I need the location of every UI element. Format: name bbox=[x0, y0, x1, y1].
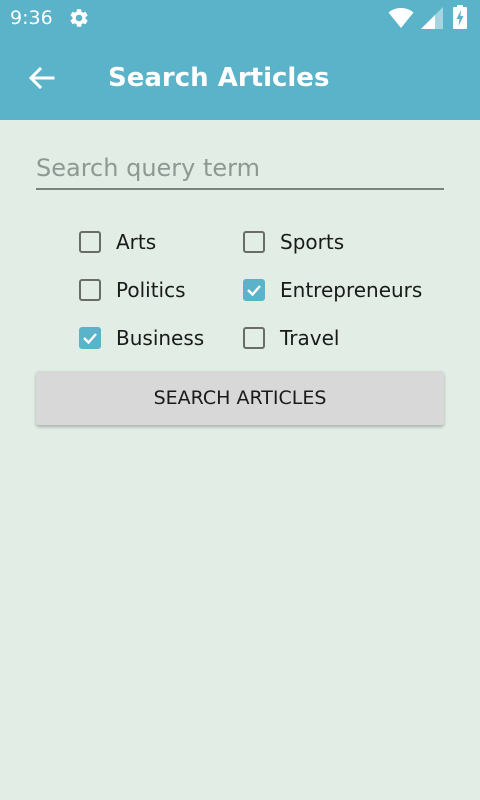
checkbox-checked-icon bbox=[79, 327, 101, 349]
checkbox-unchecked-icon bbox=[243, 327, 265, 349]
back-button[interactable] bbox=[20, 56, 64, 100]
checkbox-label: Business bbox=[116, 326, 205, 350]
search-articles-button[interactable]: SEARCH ARTICLES bbox=[36, 371, 444, 425]
page-title: Search Articles bbox=[108, 63, 330, 93]
arrow-back-icon bbox=[29, 67, 55, 89]
status-time: 9:36 bbox=[10, 7, 53, 29]
checkbox-label: Entrepreneurs bbox=[280, 278, 423, 302]
checkbox-business[interactable]: Business bbox=[79, 323, 219, 355]
checkbox-label: Politics bbox=[116, 278, 186, 302]
search-input[interactable] bbox=[36, 148, 444, 190]
app-bar: Search Articles bbox=[0, 36, 480, 120]
gear-icon bbox=[68, 7, 90, 29]
checkbox-arts[interactable]: Arts bbox=[79, 227, 219, 259]
battery-charging-icon bbox=[453, 5, 467, 29]
checkbox-unchecked-icon bbox=[79, 279, 101, 301]
checkbox-politics[interactable]: Politics bbox=[79, 275, 219, 307]
checkbox-entrepreneurs[interactable]: Entrepreneurs bbox=[243, 275, 423, 307]
checkbox-label: Arts bbox=[116, 230, 157, 254]
checkbox-unchecked-icon bbox=[243, 231, 265, 253]
search-articles-button-label: SEARCH ARTICLES bbox=[153, 387, 327, 409]
checkbox-checked-icon bbox=[243, 279, 265, 301]
checkbox-unchecked-icon bbox=[79, 231, 101, 253]
status-bar: 9:36 bbox=[0, 0, 480, 36]
checkbox-label: Travel bbox=[280, 326, 340, 350]
checkbox-travel[interactable]: Travel bbox=[243, 323, 383, 355]
signal-icon bbox=[421, 7, 443, 29]
checkbox-sports[interactable]: Sports bbox=[243, 227, 403, 259]
wifi-icon bbox=[388, 7, 414, 29]
checkbox-label: Sports bbox=[280, 230, 345, 254]
